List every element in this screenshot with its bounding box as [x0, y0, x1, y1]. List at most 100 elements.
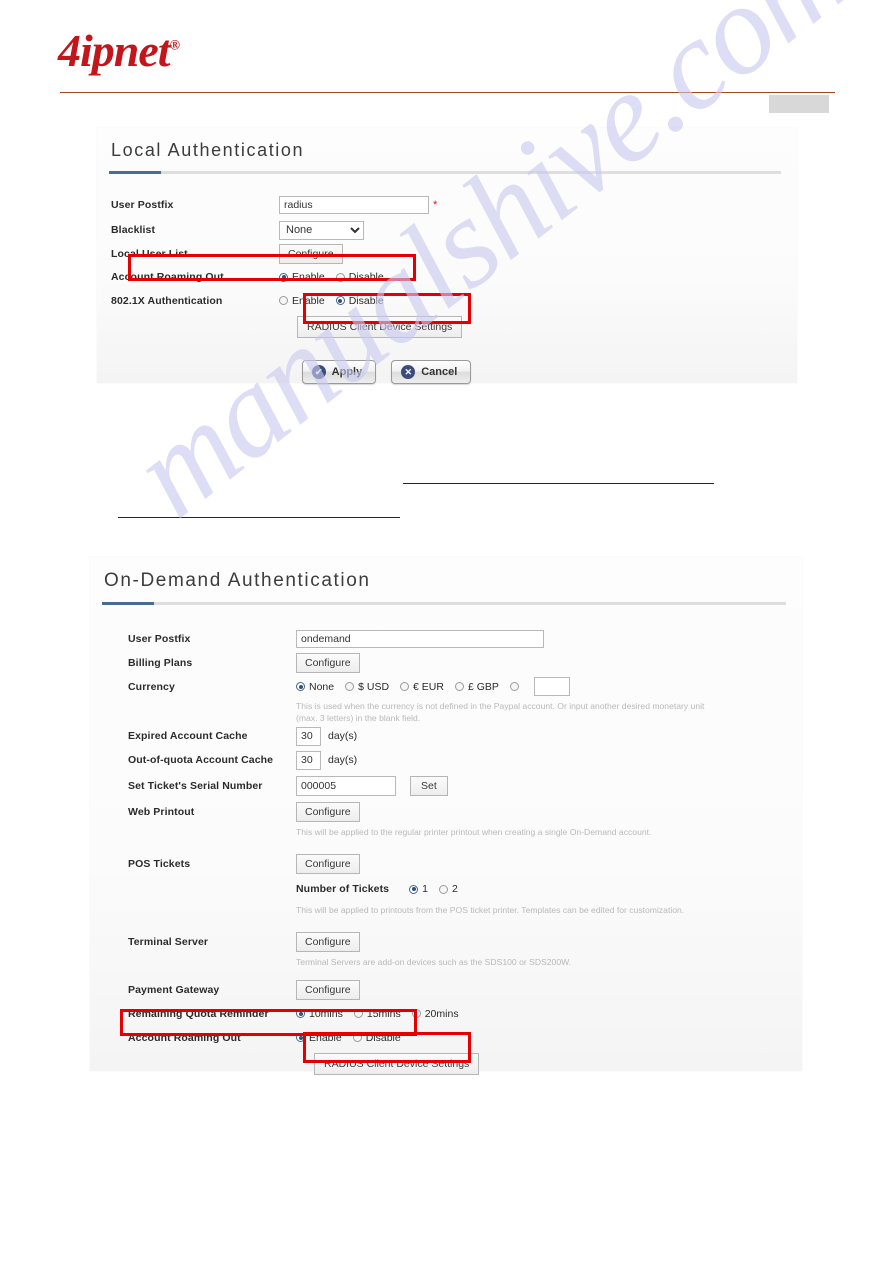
row-user-postfix: User Postfix *	[111, 192, 797, 218]
radio-dot-icon[interactable]	[400, 682, 410, 691]
row-remaining-quota-reminder: Remaining Quota Reminder 10mins 15mins 2…	[128, 1002, 802, 1025]
quota-reminder-10mins[interactable]: 10mins	[296, 1008, 343, 1020]
number-of-tickets-radio-group[interactable]: 1 2	[409, 883, 469, 895]
currency-hint: This is used when the currency is not de…	[296, 701, 705, 723]
ticket-serial-input[interactable]	[296, 776, 396, 796]
radio-dot-icon[interactable]	[279, 272, 288, 282]
dot1x-enable[interactable]: Enable	[279, 295, 325, 307]
radio-dot-icon[interactable]	[353, 1009, 363, 1018]
od-user-postfix-input[interactable]	[296, 630, 544, 648]
web-printout-hint: This will be applied to the regular prin…	[296, 827, 652, 837]
quota-reminder-20mins[interactable]: 20mins	[411, 1008, 459, 1020]
billing-plans-configure-button[interactable]: Configure	[296, 653, 360, 673]
radius-client-device-settings-button[interactable]: RADIUS Client Device Settings	[297, 316, 463, 338]
radio-dot-icon[interactable]	[454, 682, 464, 691]
radio-dot-icon[interactable]	[335, 272, 345, 282]
radio-label: £ GBP	[467, 680, 499, 693]
radio-dot-icon[interactable]	[296, 1009, 305, 1018]
expired-account-cache-label: Expired Account Cache	[128, 730, 248, 742]
row-out-of-quota-account-cache: Out-of-quota Account Cache day(s)	[128, 748, 802, 772]
account-roaming-out-disable[interactable]: Disable	[335, 271, 384, 283]
ticket-serial-label: Set Ticket's Serial Number	[128, 780, 263, 792]
number-of-tickets-1[interactable]: 1	[409, 883, 428, 895]
pos-tickets-configure-button[interactable]: Configure	[296, 853, 360, 874]
currency-none[interactable]: None	[296, 681, 334, 693]
quota-reminder-15mins[interactable]: 15mins	[353, 1008, 401, 1020]
account-roaming-out-radio-group[interactable]: Enable Disable	[279, 271, 395, 283]
out-of-quota-account-cache-unit: day(s)	[328, 754, 358, 766]
user-postfix-input[interactable]	[279, 196, 429, 214]
number-of-tickets-2[interactable]: 2	[438, 883, 458, 895]
remaining-quota-reminder-label: Remaining Quota Reminder	[128, 1007, 269, 1020]
currency-radio-group[interactable]: None $ USD € EUR £ GBP	[296, 677, 570, 696]
row-currency: Currency None $ USD € EUR £ GBP	[128, 675, 802, 698]
expired-account-cache-unit: day(s)	[328, 730, 358, 742]
payment-gateway-configure-button[interactable]: Configure	[296, 979, 360, 1000]
row-payment-gateway: Payment Gateway Configure	[128, 977, 802, 1002]
out-of-quota-account-cache-input[interactable]	[296, 750, 321, 770]
radio-dot-icon[interactable]	[296, 682, 305, 691]
row-od-user-postfix: User Postfix	[128, 627, 802, 651]
row-terminal-server-hint: Terminal Servers are add-on devices such…	[128, 954, 802, 977]
number-of-tickets-label: Number of Tickets	[296, 883, 390, 895]
radio-dot-icon[interactable]	[345, 682, 355, 691]
brand-name: 4ipnet	[58, 25, 171, 76]
radio-dot-icon[interactable]	[352, 1033, 362, 1042]
row-expired-account-cache: Expired Account Cache day(s)	[128, 724, 802, 748]
payment-gateway-label: Payment Gateway	[128, 983, 220, 996]
row-number-of-tickets-hint: This will be applied to printouts from t…	[128, 902, 802, 930]
radio-dot-icon[interactable]	[335, 296, 345, 305]
currency-usd[interactable]: $ USD	[345, 681, 389, 693]
brand-logo: 4ipnet®	[58, 28, 180, 74]
local-user-list-configure-button[interactable]: Configure	[279, 243, 343, 264]
row-od-radius-client: RADIUS Client Device Settings	[128, 1050, 802, 1078]
blacklist-label: Blacklist	[111, 224, 156, 236]
out-of-quota-account-cache-label: Out-of-quota Account Cache	[128, 754, 274, 766]
radio-dot-icon[interactable]	[411, 1009, 421, 1018]
radio-dot-icon[interactable]	[279, 296, 288, 305]
billing-plans-label: Billing Plans	[128, 657, 193, 669]
radio-dot-icon[interactable]	[296, 1033, 305, 1042]
terminal-server-configure-button[interactable]: Configure	[296, 932, 360, 952]
ondemand-authentication-panel: On-Demand Authentication User Postfix Bi…	[90, 557, 802, 1075]
row-blacklist: Blacklist None	[111, 218, 797, 242]
od-account-roaming-disable[interactable]: Disable	[352, 1032, 401, 1044]
row-802-1x-authentication: 802.1X Authentication Enable Disable	[111, 289, 797, 312]
remaining-quota-reminder-radio-group[interactable]: 10mins 15mins 20mins	[296, 1008, 470, 1020]
od-account-roaming-enable[interactable]: Enable	[296, 1032, 342, 1044]
apply-button-label: Apply	[331, 366, 363, 378]
close-circle-icon: ✕	[401, 365, 416, 379]
radio-label: None	[309, 680, 335, 693]
row-od-account-roaming-out: Account Roaming Out Enable Disable	[128, 1025, 802, 1050]
currency-gbp[interactable]: £ GBP	[454, 680, 499, 693]
blacklist-select[interactable]: None	[279, 220, 364, 240]
od-account-roaming-out-radio-group[interactable]: Enable Disable	[296, 1032, 412, 1044]
radio-label: 1	[422, 883, 428, 895]
radio-dot-icon[interactable]	[509, 682, 519, 691]
dot1x-disable[interactable]: Disable	[335, 295, 384, 307]
apply-button[interactable]: ✔ Apply	[301, 360, 377, 384]
currency-eur[interactable]: € EUR	[400, 681, 444, 693]
expired-account-cache-input[interactable]	[296, 726, 321, 746]
row-local-user-list: Local User List Configure	[111, 242, 797, 265]
registered-trademark-icon: ®	[169, 38, 181, 54]
web-printout-configure-button[interactable]: Configure	[296, 802, 360, 822]
ticket-serial-set-button[interactable]: Set	[410, 776, 448, 796]
od-radius-client-device-settings-button[interactable]: RADIUS Client Device Settings	[314, 1053, 480, 1075]
row-web-printout-hint: This will be applied to the regular prin…	[128, 824, 802, 851]
row-currency-hint: This is used when the currency is not de…	[128, 698, 802, 724]
currency-custom[interactable]	[509, 682, 523, 691]
underline-mark-lower	[118, 517, 400, 518]
currency-custom-input[interactable]	[533, 677, 570, 696]
local-authentication-panel: Local Authentication User Postfix * Blac…	[97, 128, 797, 384]
dot1x-auth-radio-group[interactable]: Enable Disable	[279, 295, 395, 307]
account-roaming-out-enable[interactable]: Enable	[279, 271, 325, 283]
terminal-server-hint: Terminal Servers are add-on devices such…	[296, 957, 572, 967]
radio-dot-icon[interactable]	[438, 884, 448, 894]
ondemand-auth-title-accent	[102, 602, 786, 605]
radio-dot-icon[interactable]	[409, 884, 419, 894]
user-postfix-label: User Postfix	[111, 199, 174, 211]
currency-label: Currency	[128, 680, 175, 693]
cancel-button[interactable]: ✕ Cancel	[391, 360, 472, 384]
row-number-of-tickets: Number of Tickets 1 2	[128, 876, 802, 902]
